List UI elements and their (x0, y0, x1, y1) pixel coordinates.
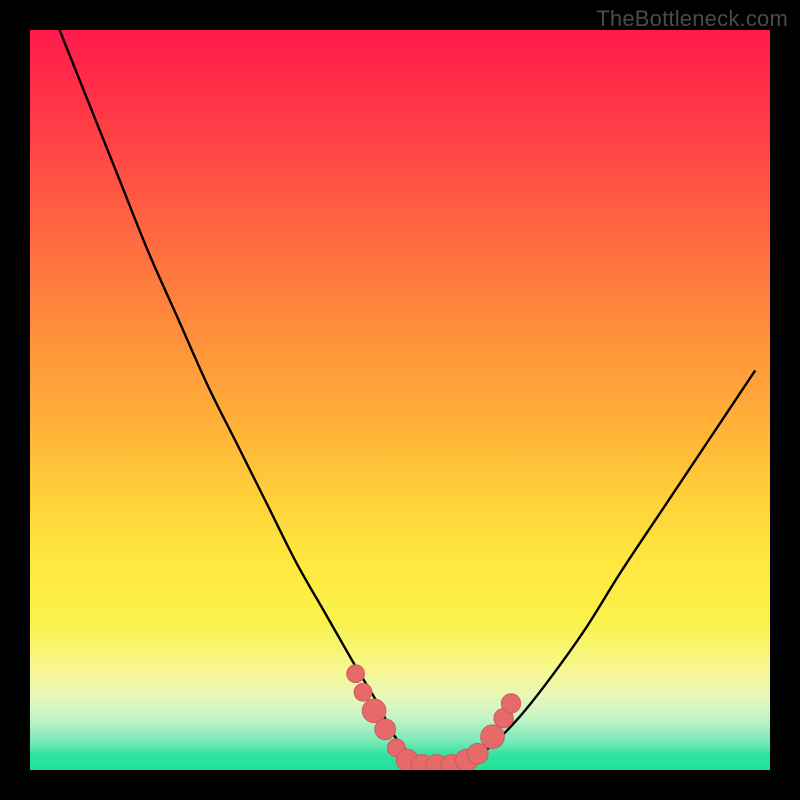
chart-plot-area (30, 30, 770, 770)
watermark-text: TheBottleneck.com (596, 6, 788, 32)
